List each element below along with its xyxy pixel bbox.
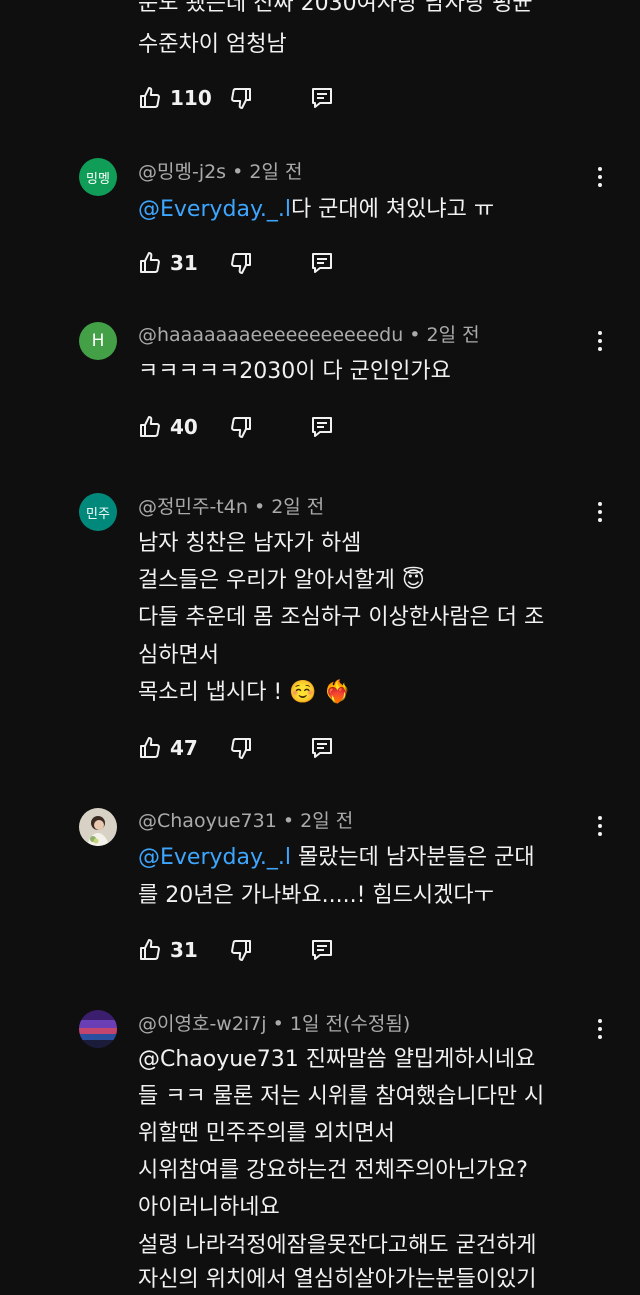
more-vert-icon[interactable]: [592, 165, 608, 189]
comment-text: 심하면서: [138, 643, 219, 668]
thumbs-up-icon: [140, 87, 160, 108]
comment-text: 남자 칭찬은 남자가 하셈: [138, 531, 362, 556]
comment-text: 자신의 위치에서 열심히살아가는분들이있기: [138, 1267, 537, 1292]
mention-link[interactable]: @Everyday._.l: [138, 197, 291, 222]
avatar-initials: H: [91, 331, 105, 351]
author-name[interactable]: @이영호-w2i7j: [138, 1013, 267, 1035]
author-name[interactable]: @밍멩-j2s: [138, 161, 226, 183]
like-button[interactable]: 31: [138, 935, 198, 965]
timestamp[interactable]: 2일 전: [249, 161, 302, 183]
comment-text: 설령 나라걱정에잠을못잔다고해도 굳건하게: [138, 1233, 537, 1258]
meta-separator: •: [253, 496, 272, 518]
author-name[interactable]: @정민주-t4n: [138, 496, 248, 518]
meta-separator: •: [232, 161, 250, 183]
author-name[interactable]: @Chaoyue731: [138, 810, 277, 832]
angel-emoji: 😇: [401, 568, 425, 593]
more-vert-icon[interactable]: [592, 814, 608, 838]
comment-meta: @이영호-w2i7j • 1일 전(수정됨): [138, 1012, 410, 1036]
like-count: 31: [170, 938, 198, 962]
like-button[interactable]: 110: [138, 83, 212, 113]
thumbs-up-icon: [140, 252, 160, 273]
avatar[interactable]: [79, 808, 117, 846]
thumbs-down-icon[interactable]: [228, 938, 254, 962]
comment-text: @Everyday._.l다 군대에 쳐있냐고 ㅠ: [138, 195, 494, 225]
meta-separator: •: [272, 1013, 290, 1035]
timestamp[interactable]: 1일 전(수정됨): [290, 1013, 410, 1035]
reply-icon[interactable]: [310, 86, 334, 110]
comment-body: 목소리 냅시다 !: [138, 680, 283, 705]
comment-body: 다 군대에 쳐있냐고 ㅠ: [290, 197, 495, 222]
like-count: 40: [170, 415, 198, 439]
heart-on-fire-emoji: ❤️‍🔥: [323, 680, 352, 705]
comment-text: ㅋㅋㅋㅋㅋ2030이 다 군인인가요: [138, 359, 451, 384]
comment-text: 걸스들은 우리가 알아서할게 😇: [138, 566, 425, 596]
timestamp[interactable]: 2일 전: [271, 496, 324, 518]
avatar-initials: 민주: [86, 506, 110, 522]
thumbs-up-icon: [140, 737, 160, 758]
avatar[interactable]: 민주: [79, 493, 117, 531]
comment-meta: @밍멩-j2s • 2일 전: [138, 160, 302, 184]
reply-icon[interactable]: [310, 736, 334, 760]
reply-icon[interactable]: [310, 251, 334, 275]
comment-text: 를 20년은 가나봐요.....! 힘드시겠다ㅜ: [138, 883, 494, 908]
comment-text: 위할땐 민주주의를 외치면서: [138, 1121, 395, 1146]
comment-meta: @Chaoyue731 • 2일 전: [138, 809, 353, 833]
meta-separator: •: [409, 324, 427, 346]
comment-text: @Chaoyue731 진짜말씀 얄밉게하시네요: [138, 1047, 536, 1072]
avatar[interactable]: H: [79, 322, 117, 360]
meta-separator: •: [282, 810, 301, 832]
profile-photo-icon: [79, 1010, 117, 1048]
like-button[interactable]: 31: [138, 248, 198, 278]
avatar[interactable]: [79, 1010, 117, 1048]
comment-body: 몰랐는데 남자분들은 군대: [290, 845, 535, 870]
comment-text: 아이러니하네요: [138, 1195, 280, 1220]
like-count: 110: [170, 86, 212, 110]
like-count: 31: [170, 251, 198, 275]
comment-meta: @haaaaaaaeeeeeeeeeeedu • 2일 전: [138, 323, 480, 347]
avatar[interactable]: 밍멩: [79, 158, 117, 196]
comment-text: 수준차이 엄청남: [138, 32, 287, 57]
like-button[interactable]: 40: [138, 412, 198, 442]
comment-text: 다들 추운데 몸 조심하구 이상한사람은 더 조: [138, 605, 545, 630]
like-button[interactable]: 47: [138, 733, 198, 763]
mention-link[interactable]: @Everyday._.l: [138, 845, 291, 870]
timestamp[interactable]: 2일 전: [300, 810, 353, 832]
reply-icon[interactable]: [310, 415, 334, 439]
more-vert-icon[interactable]: [592, 1017, 608, 1041]
thumbs-down-icon[interactable]: [228, 86, 254, 110]
comment-text: 시위참여를 강요하는건 전체주의아닌가요?: [138, 1158, 528, 1183]
comment-meta: @정민주-t4n • 2일 전: [138, 495, 324, 519]
comment-body: 걸스들은 우리가 알아서할게: [138, 568, 395, 593]
author-name[interactable]: @haaaaaaaeeeeeeeeeeedu: [138, 324, 403, 346]
like-count: 47: [170, 736, 198, 760]
comment-text: 들 ㅋㅋ 물론 저는 시위를 참여했습니다만 시: [138, 1084, 545, 1109]
more-vert-icon[interactable]: [592, 329, 608, 353]
profile-photo-icon: [79, 808, 117, 846]
comment-text: 문도 됐는데 진짜 2030여자랑 남자랑 평균: [138, 0, 533, 16]
thumbs-up-icon: [140, 416, 160, 437]
thumbs-down-icon[interactable]: [228, 415, 254, 439]
comment-text: @Everyday._.l 몰랐는데 남자분들은 군대: [138, 843, 535, 873]
thumbs-up-icon: [140, 939, 160, 960]
comment-text: 목소리 냅시다 ! ☺️ ❤️‍🔥: [138, 678, 351, 708]
thumbs-down-icon[interactable]: [228, 251, 254, 275]
smiling-emoji: ☺️: [289, 680, 317, 705]
avatar-initials: 밍멩: [86, 171, 110, 187]
more-vert-icon[interactable]: [592, 500, 608, 524]
thumbs-down-icon[interactable]: [228, 736, 254, 760]
reply-icon[interactable]: [310, 938, 334, 962]
timestamp[interactable]: 2일 전: [427, 324, 480, 346]
